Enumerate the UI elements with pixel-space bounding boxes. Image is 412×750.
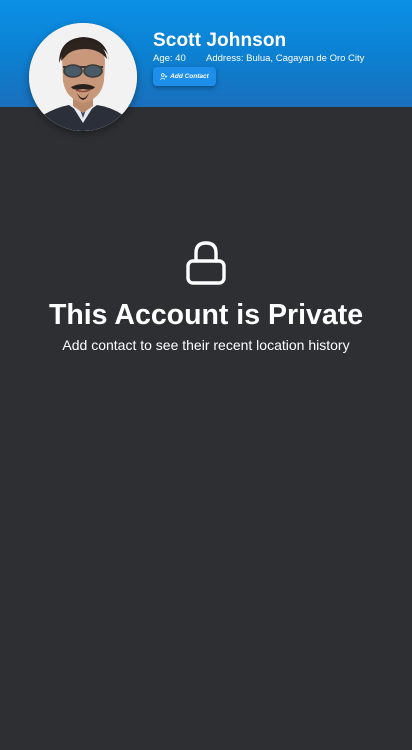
profile-age: Age: 40 bbox=[153, 53, 186, 64]
profile-avatar bbox=[29, 23, 137, 131]
private-title: This Account is Private bbox=[48, 299, 364, 331]
private-notice: This Account is Private Add contact to s… bbox=[0, 240, 412, 354]
add-contact-button[interactable]: Add Contact bbox=[153, 67, 216, 86]
add-user-icon bbox=[160, 73, 168, 80]
profile-name: Scott Johnson bbox=[153, 30, 287, 51]
lock-icon bbox=[186, 241, 226, 285]
profile-meta: Age: 40 Address: Bulua, Cagayan de Oro Ci… bbox=[153, 53, 364, 64]
profile-address: Address: Bulua, Cagayan de Oro City bbox=[206, 53, 365, 64]
private-subtitle: Add contact to see their recent location… bbox=[62, 337, 350, 353]
avatar-photo bbox=[29, 23, 137, 131]
add-contact-label: Add Contact bbox=[170, 73, 209, 80]
